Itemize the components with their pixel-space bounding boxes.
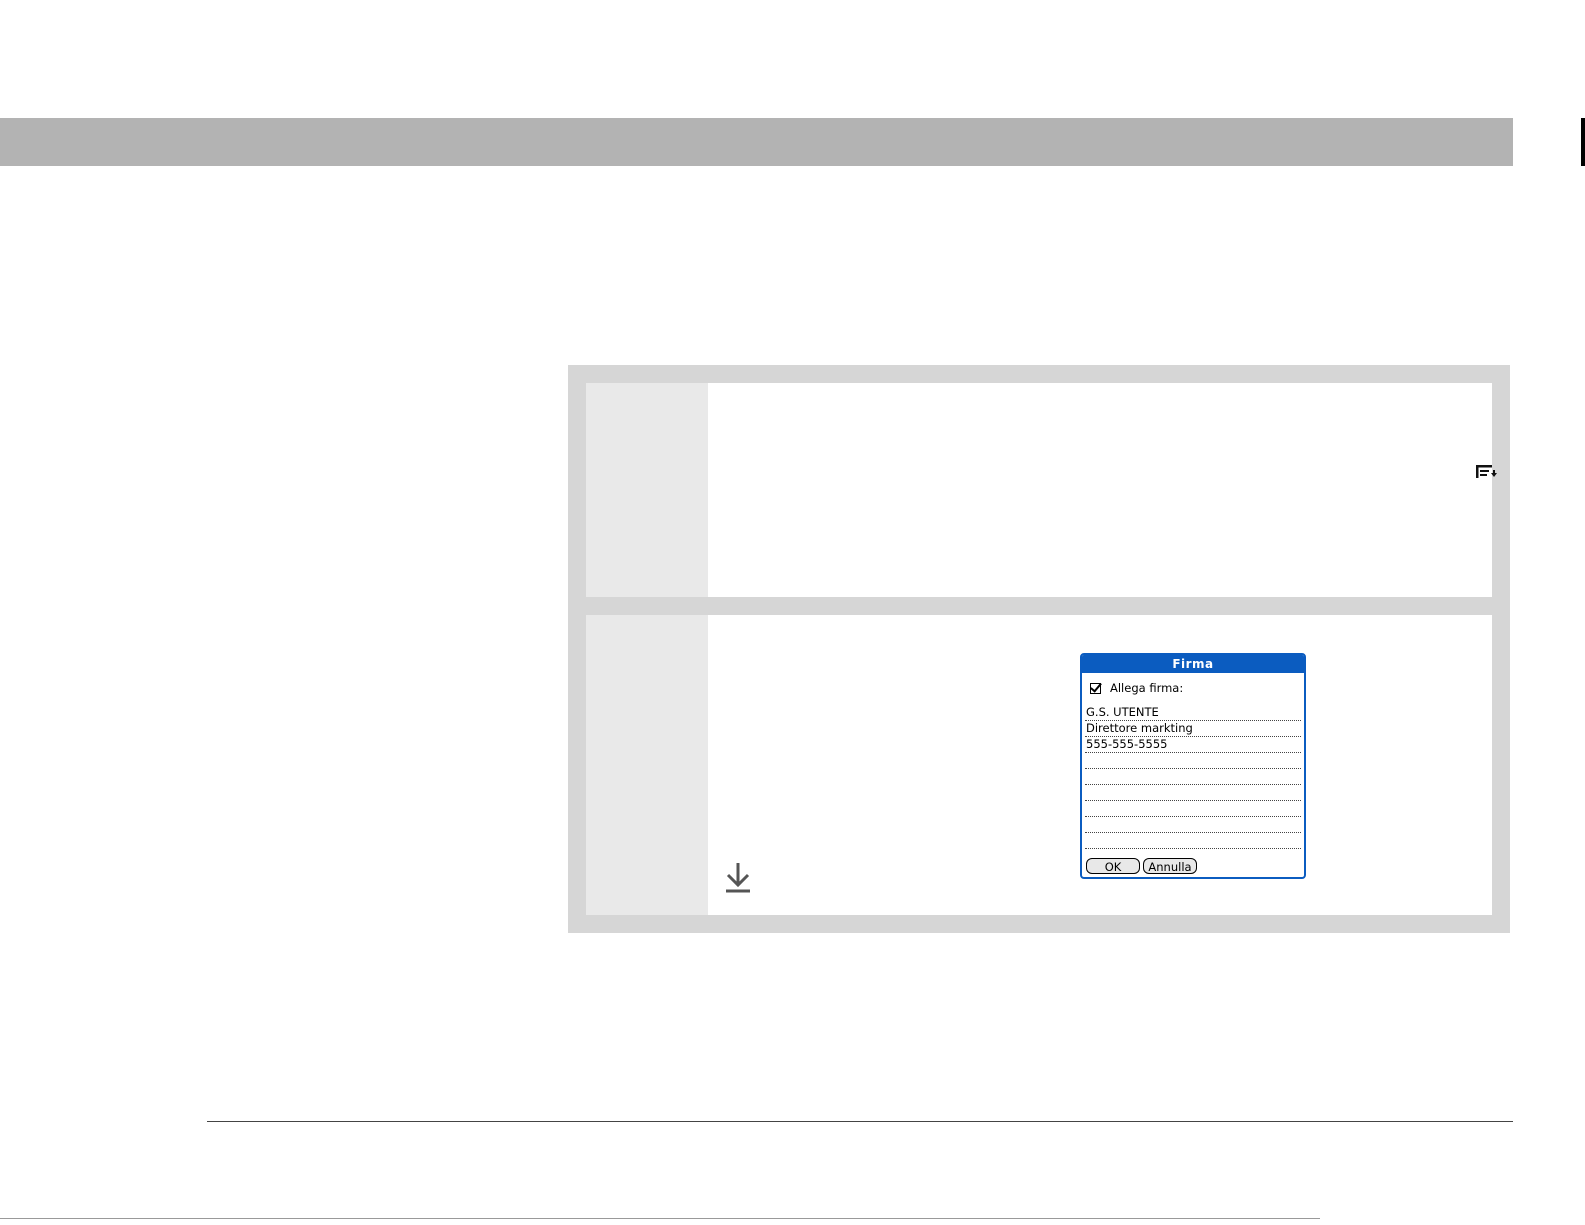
signature-line[interactable]: Direttore markting	[1085, 721, 1301, 737]
signature-line[interactable]	[1085, 769, 1301, 785]
ok-button[interactable]: OK	[1086, 858, 1140, 874]
attach-signature-label: Allega firma:	[1110, 681, 1184, 695]
step-1-content	[708, 383, 1497, 597]
signature-line[interactable]: G.S. UTENTE	[1085, 705, 1301, 721]
steps-panel: Firma Allega firma: G.S. UTENTE Direttor…	[568, 365, 1510, 933]
header-bar	[0, 118, 1513, 166]
signature-line[interactable]	[1085, 753, 1301, 769]
signature-line[interactable]	[1085, 817, 1301, 833]
signature-line[interactable]	[1085, 833, 1301, 849]
signature-dialog: Firma Allega firma: G.S. UTENTE Direttor…	[1080, 653, 1306, 879]
down-arrow-icon	[726, 863, 750, 893]
dialog-buttons: OK Annulla	[1086, 858, 1197, 874]
step-2-number-column	[586, 615, 708, 915]
attach-signature-row[interactable]: Allega firma:	[1090, 679, 1183, 697]
bottom-divider	[0, 1218, 1320, 1219]
step-2: Firma Allega firma: G.S. UTENTE Direttor…	[586, 615, 1492, 915]
step-2-content: Firma Allega firma: G.S. UTENTE Direttor…	[708, 615, 1492, 915]
step-1	[586, 383, 1497, 597]
menu-icon	[1476, 465, 1497, 478]
step-1-number-column	[586, 383, 708, 597]
header-edge-mark	[1581, 118, 1585, 166]
signature-text-area[interactable]: G.S. UTENTE Direttore markting 555-555-5…	[1085, 705, 1301, 849]
footer-divider	[207, 1121, 1513, 1122]
signature-line[interactable]	[1085, 801, 1301, 817]
dialog-title: Firma	[1082, 655, 1304, 673]
cancel-button[interactable]: Annulla	[1143, 858, 1197, 874]
signature-line[interactable]: 555-555-5555	[1085, 737, 1301, 753]
signature-line[interactable]	[1085, 785, 1301, 801]
checkbox-checked-icon[interactable]	[1090, 682, 1101, 694]
